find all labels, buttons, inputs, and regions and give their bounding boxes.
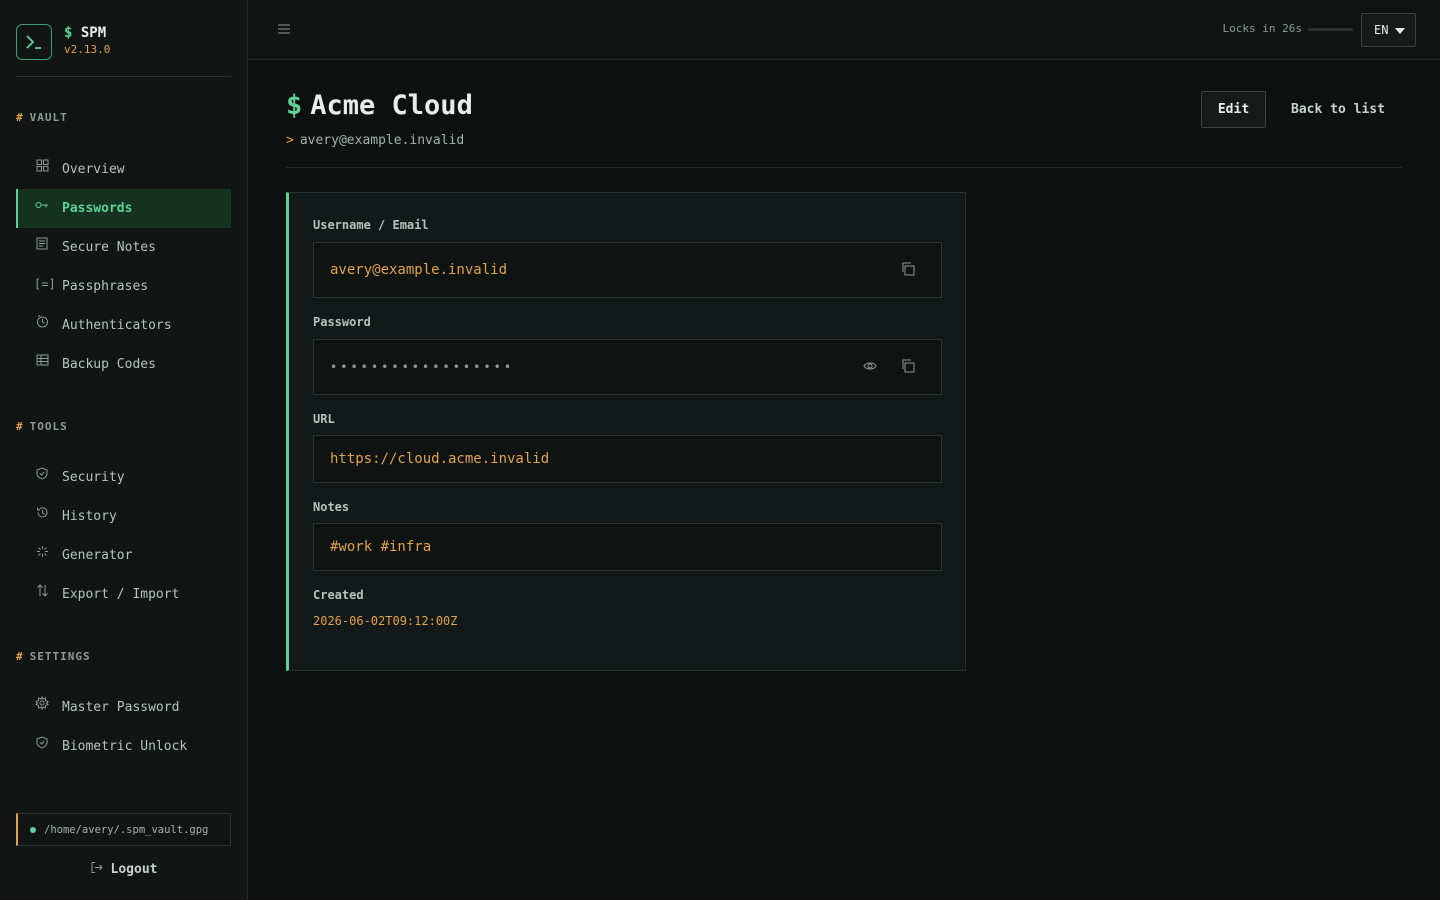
sidebar-item-label: Security [62,470,125,485]
eye-icon[interactable] [863,359,879,375]
note-icon [34,237,50,253]
sidebar-item-authenticators[interactable]: Authenticators [16,306,231,345]
sidebar-item-master-password[interactable]: Master Password [16,688,231,727]
back-to-list-button[interactable]: Back to list [1278,91,1398,128]
password-label: Password [313,315,371,329]
lock-timer-text: Locks in 26s [1222,22,1302,35]
clock-icon [34,314,50,331]
sidebar-item-label: Authenticators [62,318,172,333]
table-icon [34,354,50,369]
copy-icon[interactable] [901,359,917,375]
lock-timer-bar [1308,28,1353,31]
divider [286,167,1402,168]
menu-icon[interactable] [278,20,296,38]
section-title-settings: # SETTINGS [16,650,91,663]
entry-detail-card: Username / Email avery@example.invalid P… [286,192,966,671]
sidebar: $ SPM v2.13.0 # VAULT Overview Passwords … [0,0,248,900]
gear-icon [34,695,50,713]
key-icon [34,199,50,213]
created-label: Created [313,588,364,602]
vault-path: /home/avery/.spm_vault.gpg [16,813,231,846]
sidebar-item-passwords[interactable]: Passwords [16,189,231,228]
terminal-logo-icon [16,24,52,60]
sidebar-item-label: Passphrases [62,279,149,294]
sidebar-item-label: Secure Notes [62,240,156,255]
sidebar-item-label: Master Password [62,700,180,715]
sidebar-item-label: Overview [62,162,125,177]
shield-icon [34,466,50,483]
sidebar-item-label: Passwords [62,201,133,216]
shield-icon [34,735,50,752]
username-label: Username / Email [313,218,429,232]
language-select[interactable]: EN [1361,13,1416,47]
sidebar-item-label: History [62,509,117,524]
brand: $ SPM v2.13.0 [16,24,231,77]
notes-field: #work #infra [313,523,942,571]
status-dot [30,826,36,833]
sidebar-item-export-import[interactable]: Export / Import [16,575,231,614]
sidebar-item-generator[interactable]: Generator [16,536,231,575]
app-version: v2.13.0 [64,43,111,56]
arrows-updown-icon [34,583,50,600]
bracket-icon: [=] [34,276,56,291]
sidebar-item-history[interactable]: History [16,497,231,536]
sidebar-item-label: Export / Import [62,587,180,602]
sparkle-icon [34,545,50,561]
sidebar-item-label: Biometric Unlock [62,739,188,754]
edit-button[interactable]: Edit [1201,91,1266,128]
page-subtitle: > avery@example.invalid [286,133,465,148]
sidebar-item-biometric-unlock[interactable]: Biometric Unlock [16,727,231,766]
section-title-vault: # VAULT [16,111,68,124]
copy-icon[interactable] [901,262,917,278]
sidebar-item-security[interactable]: Security [16,458,231,497]
history-icon [34,506,50,522]
topbar: Locks in 26s EN [248,0,1440,60]
sidebar-item-label: Generator [62,548,133,563]
sidebar-item-passphrases[interactable]: [=] Passphrases [16,267,231,306]
page-title: $ Acme Cloud [286,90,473,121]
password-field: •••••••••••••••••• [313,339,942,395]
sidebar-item-backup-codes[interactable]: Backup Codes [16,345,231,384]
created-value: 2026-06-02T09:12:00Z [313,614,458,628]
chevron-down-icon [1395,28,1405,34]
section-title-tools: # TOOLS [16,420,68,433]
sidebar-item-secure-notes[interactable]: Secure Notes [16,228,231,267]
sidebar-item-label: Backup Codes [62,357,156,372]
url-label: URL [313,412,335,426]
grid-icon [34,159,50,175]
notes-label: Notes [313,500,350,514]
logout-button[interactable]: Logout [16,858,231,880]
sidebar-item-overview[interactable]: Overview [16,150,231,189]
logout-icon [90,861,103,878]
url-field[interactable]: https://cloud.acme.invalid [313,435,942,483]
app-name: $ SPM [64,25,107,41]
username-field: avery@example.invalid [313,242,942,298]
